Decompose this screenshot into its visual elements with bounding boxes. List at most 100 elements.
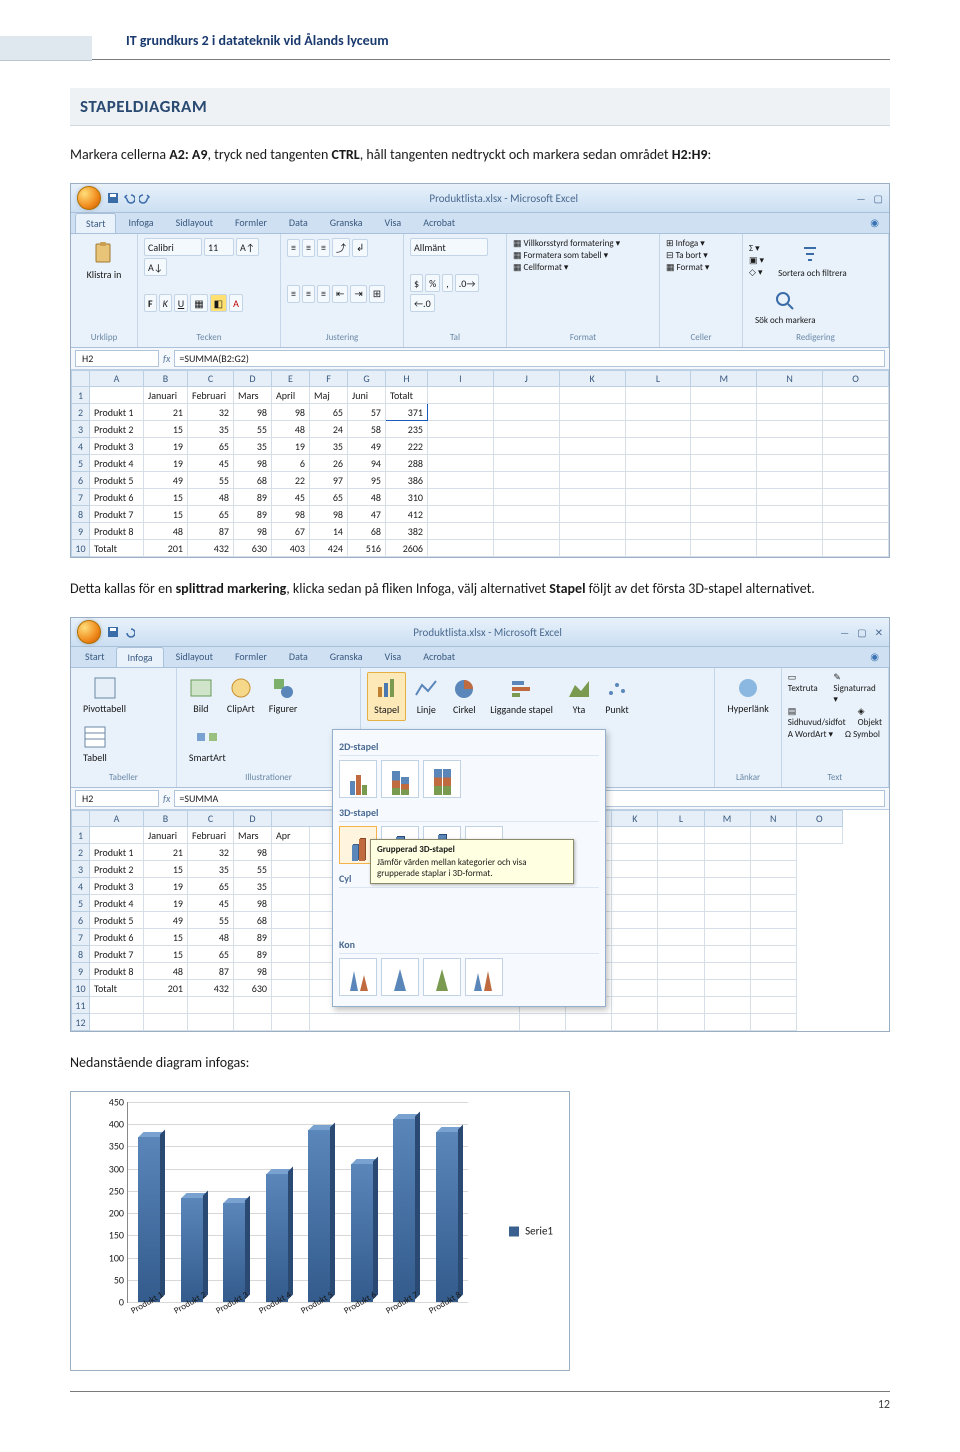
underline-button[interactable]: U (174, 294, 188, 312)
inserted-chart[interactable]: 050100150200250300350400450 Produkt 1Pro… (70, 1091, 570, 1371)
tab-visa[interactable]: Visa (375, 647, 412, 667)
name-box[interactable]: H2 (75, 790, 159, 807)
tab-start[interactable]: Start (75, 647, 114, 667)
tab-acrobat[interactable]: Acrobat (413, 213, 465, 233)
find-select-button[interactable]: Sök och markera (749, 285, 822, 330)
fill-color-button[interactable]: ◧ (210, 294, 227, 312)
smartart-button[interactable]: SmartArt (183, 721, 232, 768)
scatter-chart-button[interactable]: Punkt (599, 673, 635, 720)
clear-button[interactable]: ◇ ▾ (749, 267, 764, 278)
autosum-button[interactable]: Σ ▾ (749, 243, 764, 254)
tab-sidlayout[interactable]: Sidlayout (166, 647, 223, 667)
undo-icon[interactable] (123, 626, 135, 638)
help-icon[interactable]: ◉ (864, 647, 885, 667)
border-button[interactable]: ▦ (190, 294, 207, 312)
gallery-cone-2[interactable] (381, 958, 419, 996)
quick-access-toolbar[interactable] (107, 192, 151, 204)
help-icon[interactable]: ◉ (864, 213, 885, 233)
gallery-2d-stacked[interactable] (381, 760, 419, 798)
tab-visa[interactable]: Visa (375, 213, 412, 233)
fx-icon[interactable]: fx (163, 352, 170, 365)
quick-access-toolbar[interactable] (107, 626, 135, 638)
delete-cells-button[interactable]: ⊟ Ta bort ▾ (666, 250, 708, 261)
grow-font-button[interactable]: A↑ (236, 238, 259, 256)
worksheet-grid-1[interactable]: ABCDEFGHIJKLMNO 1JanuariFebruariMarsApri… (71, 370, 889, 557)
symbol-button[interactable]: Ω Symbol (845, 729, 880, 740)
font-color-button[interactable]: A (229, 294, 243, 312)
name-box[interactable]: H2 (75, 350, 159, 367)
gallery-cone-1[interactable] (339, 958, 377, 996)
format-as-table-button[interactable]: ▦ Formatera som tabell ▾ (513, 250, 608, 261)
signature-button[interactable]: ✎ Signaturrad ▾ (833, 672, 882, 705)
tab-formler[interactable]: Formler (225, 213, 277, 233)
close-icon[interactable]: ✕ (875, 626, 883, 639)
office-button[interactable] (77, 620, 101, 644)
align-center-button[interactable]: ≡ (302, 285, 315, 303)
merge-button[interactable]: ⊞ (369, 285, 385, 303)
tab-sidlayout[interactable]: Sidlayout (166, 213, 223, 233)
clipart-button[interactable]: ClipArt (221, 672, 261, 719)
fx-icon[interactable]: fx (163, 792, 170, 805)
minimize-icon[interactable]: — (856, 192, 865, 205)
bold-button[interactable]: F (144, 294, 157, 312)
gallery-2d-clustered[interactable] (339, 760, 377, 798)
gallery-cone-4[interactable] (465, 958, 503, 996)
align-right-button[interactable]: ≡ (317, 285, 330, 303)
align-left-button[interactable]: ≡ (287, 285, 300, 303)
number-format-select[interactable]: Allmänt (410, 238, 488, 256)
cell-styles-button[interactable]: ▦ Cellformat ▾ (513, 262, 568, 273)
align-top-button[interactable]: ≡ (287, 239, 300, 257)
line-chart-button[interactable]: Linje (408, 673, 444, 720)
office-button[interactable] (77, 186, 101, 210)
wordart-button[interactable]: A WordArt ▾ (788, 729, 833, 740)
font-select[interactable]: Calibri (144, 238, 202, 256)
tab-formler[interactable]: Formler (225, 647, 277, 667)
align-bot-button[interactable]: ≡ (317, 239, 330, 257)
inc-decimal-button[interactable]: .0→ (455, 274, 480, 292)
indent-inc-button[interactable]: ⇥ (350, 285, 366, 303)
table-button[interactable]: Tabell (77, 721, 113, 768)
wrap-button[interactable]: ↲ (352, 239, 368, 257)
insert-cells-button[interactable]: ⊞ Infoga ▾ (666, 238, 705, 249)
tab-data[interactable]: Data (279, 647, 318, 667)
save-icon[interactable] (107, 192, 119, 204)
comma-button[interactable]: , (442, 274, 453, 292)
undo-icon[interactable] (123, 192, 135, 204)
shrink-font-button[interactable]: A↓ (144, 258, 167, 276)
gallery-2d-100stacked[interactable] (423, 760, 461, 798)
header-footer-button[interactable]: ▤ Sidhuvud/sidfot (788, 706, 846, 728)
formula-input[interactable]: =SUMMA(B2:G2) (174, 350, 885, 367)
tab-acrobat[interactable]: Acrobat (413, 647, 465, 667)
tab-infoga[interactable]: Infoga (118, 213, 163, 233)
orientation-button[interactable]: ⤴ (332, 238, 350, 257)
currency-button[interactable]: $ (410, 274, 423, 292)
hyperlink-button[interactable]: Hyperlänk (721, 672, 774, 719)
redo-icon[interactable] (139, 192, 151, 204)
font-size[interactable]: 11 (204, 238, 234, 256)
column-chart-button[interactable]: Stapel (367, 672, 406, 721)
tab-granska[interactable]: Granska (320, 647, 373, 667)
area-chart-button[interactable]: Yta (561, 673, 597, 720)
tab-start[interactable]: Start (75, 213, 116, 233)
save-icon[interactable] (107, 626, 119, 638)
picture-button[interactable]: Bild (183, 672, 219, 719)
gallery-cone-3[interactable] (423, 958, 461, 996)
dec-decimal-button[interactable]: ←.0 (410, 294, 435, 312)
italic-button[interactable]: K (159, 294, 172, 312)
tab-data[interactable]: Data (279, 213, 318, 233)
object-button[interactable]: ◈ Objekt (858, 706, 882, 728)
maximize-icon[interactable]: ▢ (874, 192, 883, 205)
align-mid-button[interactable]: ≡ (302, 239, 315, 257)
paste-button[interactable]: Klistra in (77, 238, 131, 285)
conditional-format-button[interactable]: ▦ Villkorsstyrd formatering ▾ (513, 238, 620, 249)
shapes-button[interactable]: Figurer (263, 672, 304, 719)
indent-dec-button[interactable]: ⇤ (332, 285, 348, 303)
pie-chart-button[interactable]: Cirkel (446, 673, 482, 720)
format-cells-button[interactable]: ▦ Format ▾ (666, 262, 709, 273)
pivot-button[interactable]: Pivottabell (77, 672, 132, 719)
minimize-icon[interactable]: — (840, 626, 849, 639)
percent-button[interactable]: % (425, 274, 440, 292)
maximize-icon[interactable]: ▢ (857, 626, 866, 639)
tab-granska[interactable]: Granska (320, 213, 373, 233)
bar-chart-button[interactable]: Liggande stapel (484, 673, 559, 720)
